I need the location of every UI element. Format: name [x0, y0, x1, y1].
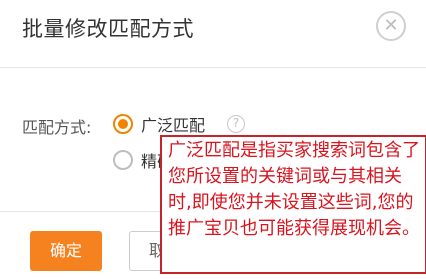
match-type-label: 匹配方式: [22, 118, 92, 137]
radio-checked-icon[interactable] [113, 114, 133, 134]
broad-match-tooltip: 广泛匹配是指买家搜索词包含了您所设置的关键词或与其相关时,即使您并未设置这些词,… [160, 135, 426, 274]
radio-broad-match-label: 广泛匹配 [141, 116, 206, 135]
radio-unchecked-icon[interactable] [113, 150, 133, 170]
batch-edit-match-dialog: 批量修改匹配方式 ✕ 匹配方式: 广泛匹配 ? 精确匹配 确定 取消 广泛匹配是… [0, 0, 426, 279]
confirm-button[interactable]: 确定 [30, 231, 102, 271]
radio-broad-match[interactable]: 广泛匹配 [113, 112, 205, 136]
dialog-title: 批量修改匹配方式 [22, 17, 194, 41]
dialog-header: 批量修改匹配方式 ✕ [0, 0, 426, 68]
close-icon[interactable]: ✕ [376, 11, 406, 41]
help-icon[interactable]: ? [227, 115, 245, 133]
